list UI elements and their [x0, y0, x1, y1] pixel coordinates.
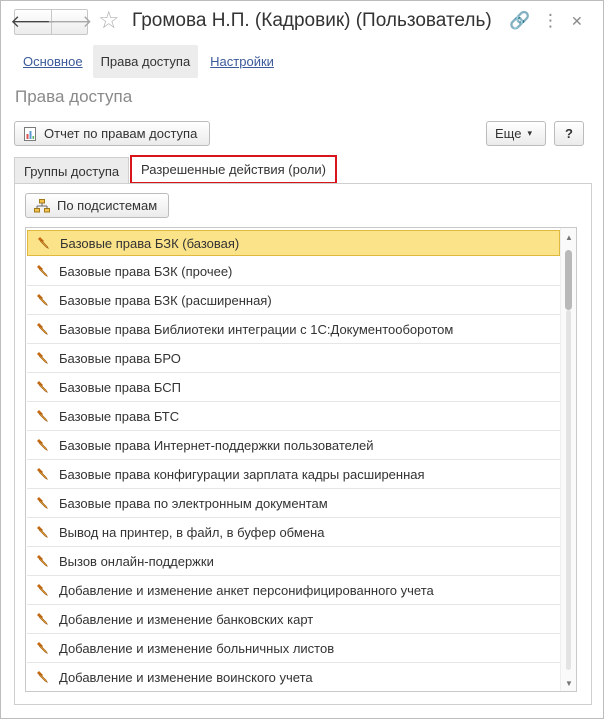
scroll-rail — [566, 310, 571, 670]
role-row[interactable]: Базовые права БСП — [27, 373, 560, 402]
tab-main[interactable]: Основное — [15, 45, 91, 78]
role-row[interactable]: Базовые права БЗК (расширенная) — [27, 286, 560, 315]
role-pin-icon — [27, 380, 59, 394]
role-row[interactable]: Добавление и изменение банковских карт — [27, 605, 560, 634]
role-row[interactable]: Вызов онлайн-поддержки — [27, 547, 560, 576]
favorite-star-icon[interactable]: ☆ — [98, 8, 120, 34]
tab-access-groups[interactable]: Группы доступа — [14, 157, 130, 184]
roles-list[interactable]: Базовые права БЗК (базовая) Базовые права… — [25, 227, 577, 692]
back-button[interactable]: 🡐 — [10, 10, 56, 34]
role-label: Базовые права Интернет-поддержки пользов… — [59, 437, 374, 453]
scroll-thumb[interactable] — [565, 250, 572, 310]
role-pin-icon — [27, 612, 59, 626]
role-row[interactable]: Добавление и изменение больничных листов — [27, 634, 560, 663]
role-pin-icon — [27, 351, 59, 365]
page-title: Права доступа — [15, 87, 133, 106]
arrow-right-icon: 🡒 — [46, 12, 93, 31]
by-subsystems-button[interactable]: По подсистемам — [25, 193, 169, 218]
title-bar: 🡐 🡒 ☆ Громова Н.П. (Кадровик) (Пользоват… — [1, 1, 603, 43]
role-label: Базовые права БЗК (расширенная) — [59, 292, 272, 308]
chevron-down-icon: ▾ — [527, 128, 532, 138]
role-label: Добавление и изменение воинского учета — [59, 669, 313, 685]
more-menu-icon[interactable]: ⋮ — [542, 11, 559, 31]
role-label: Базовые права БРО — [59, 350, 181, 366]
role-pin-icon — [27, 467, 59, 481]
forward-button[interactable]: 🡒 — [47, 10, 92, 34]
role-pin-icon — [28, 236, 60, 250]
close-icon[interactable]: ✕ — [571, 11, 583, 31]
vertical-scrollbar[interactable]: ▲ ▼ — [560, 228, 576, 691]
help-button[interactable]: ? — [554, 121, 584, 146]
role-pin-icon — [27, 641, 59, 655]
role-row[interactable]: Базовые права БЗК (прочее) — [27, 257, 560, 286]
role-label: Базовые права БЗК (прочее) — [59, 263, 233, 279]
scroll-up-icon[interactable]: ▲ — [561, 230, 576, 244]
tab-access-rights[interactable]: Права доступа — [92, 45, 199, 78]
role-row[interactable]: Базовые права по электронным документам — [27, 489, 560, 518]
more-button[interactable]: Еще ▾ — [486, 121, 546, 146]
role-label: Добавление и изменение больничных листов — [59, 640, 335, 656]
report-icon — [23, 126, 37, 141]
more-label: Еще — [495, 126, 522, 141]
role-row[interactable]: Базовые права Библиотеки интеграции с 1С… — [27, 315, 560, 344]
role-row[interactable]: Базовые права БЗК (базовая) — [27, 230, 560, 256]
role-label: Добавление и изменение анкет персонифици… — [59, 582, 434, 598]
role-label: Базовые права конфигурации зарплата кадр… — [59, 466, 425, 482]
role-pin-icon — [27, 438, 59, 452]
role-label: Базовые права Библиотеки интеграции с 1С… — [59, 321, 454, 337]
navigation-group: 🡐 🡒 — [10, 9, 92, 35]
hierarchy-icon — [34, 198, 50, 213]
role-pin-icon — [27, 264, 59, 278]
role-label: Вызов онлайн-поддержки — [59, 553, 214, 569]
role-pin-icon — [27, 583, 59, 597]
role-row[interactable]: Добавление и изменение воинского учета — [27, 663, 560, 691]
role-row[interactable]: Базовые права конфигурации зарплата кадр… — [27, 460, 560, 489]
role-pin-icon — [27, 554, 59, 568]
app-window: 🡐 🡒 ☆ Громова Н.П. (Кадровик) (Пользоват… — [0, 0, 604, 719]
by-subsystems-label: По подсистемам — [57, 198, 158, 213]
role-label: Базовые права БСП — [59, 379, 181, 395]
access-report-button[interactable]: Отчет по правам доступа — [14, 121, 210, 146]
role-label: Вывод на принтер, в файл, в буфер обмена — [59, 524, 325, 540]
role-label: Базовые права БТС — [59, 408, 180, 424]
role-row[interactable]: Добавление и изменение анкет персонифици… — [27, 576, 560, 605]
role-pin-icon — [27, 322, 59, 336]
role-label: Добавление и изменение банковских карт — [59, 611, 314, 627]
scroll-down-icon[interactable]: ▼ — [561, 676, 576, 690]
link-icon[interactable]: 🔗 — [509, 11, 530, 31]
help-label: ? — [565, 126, 573, 141]
role-row[interactable]: Базовые права Интернет-поддержки пользов… — [27, 431, 560, 460]
role-row[interactable]: Базовые права БТС — [27, 402, 560, 431]
role-pin-icon — [27, 525, 59, 539]
role-row[interactable]: Базовые права БРО — [27, 344, 560, 373]
role-label: Базовые права БЗК (базовая) — [60, 235, 240, 251]
tab-allowed-actions[interactable]: Разрешенные действия (роли) — [130, 155, 337, 184]
window-title: Громова Н.П. (Кадровик) (Пользователь) — [132, 10, 492, 31]
tab-settings[interactable]: Настройки — [202, 45, 282, 78]
access-report-label: Отчет по правам доступа — [44, 126, 198, 141]
role-pin-icon — [27, 293, 59, 307]
role-pin-icon — [27, 670, 59, 684]
role-pin-icon — [27, 496, 59, 510]
role-label: Базовые права по электронным документам — [59, 495, 328, 511]
role-pin-icon — [27, 409, 59, 423]
role-row[interactable]: Вывод на принтер, в файл, в буфер обмена — [27, 518, 560, 547]
section-tabs: Основное Права доступа Настройки — [15, 45, 282, 78]
